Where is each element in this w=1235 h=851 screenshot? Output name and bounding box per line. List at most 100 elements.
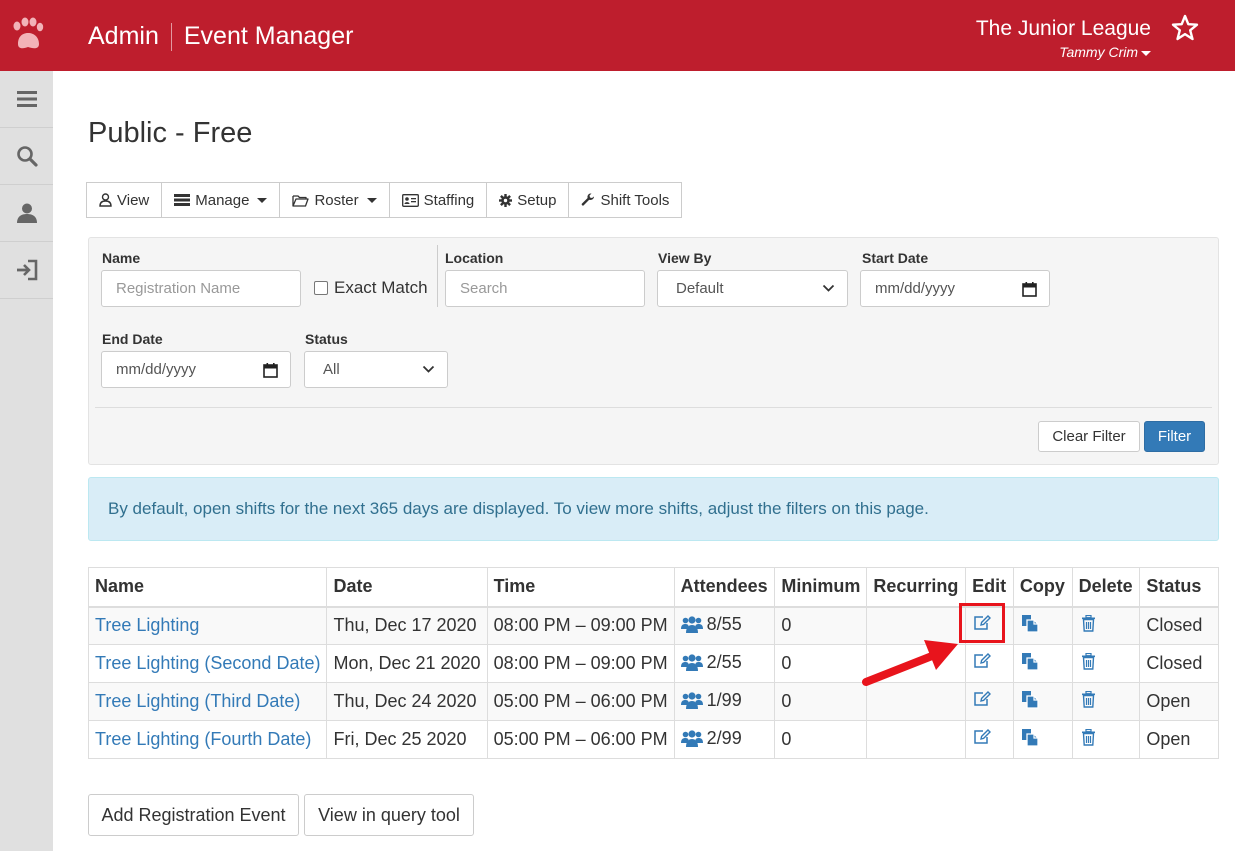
copy-icon [1021, 614, 1039, 633]
minimum-cell: 0 [774, 644, 868, 683]
event-name-link[interactable]: Tree Lighting [95, 615, 199, 635]
time-cell: 08:00 PM – 09:00 PM [486, 606, 675, 645]
status-cell: Open [1139, 682, 1219, 721]
event-name-link[interactable]: Tree Lighting (Fourth Date) [95, 729, 311, 749]
chevron-down-icon [822, 284, 835, 292]
user-name: Tammy Crim [1059, 44, 1138, 60]
location-placeholder: Search [460, 280, 508, 297]
filter-divider-horizontal [95, 407, 1212, 408]
setup-button[interactable]: Setup [486, 182, 570, 218]
column-header[interactable]: Time [486, 567, 675, 608]
status-value: All [323, 361, 340, 378]
table-row: Tree Lighting (Third Date) Thu, Dec 24 20… [87, 682, 1219, 721]
name-cell: Tree Lighting (Fourth Date) [87, 720, 328, 759]
view-button[interactable]: View [86, 182, 163, 218]
status-select[interactable]: All [304, 351, 448, 388]
staffing-button[interactable]: Staffing [388, 182, 488, 218]
shift-tools-button[interactable]: Shift Tools [568, 182, 683, 218]
attendees-cell[interactable]: 2/99 [673, 720, 776, 759]
add-registration-event-button[interactable]: Add Registration Event [88, 794, 299, 836]
filter-button[interactable]: Filter [1144, 421, 1205, 452]
event-name-link[interactable]: Tree Lighting (Third Date) [95, 691, 300, 711]
minimum-cell: 0 [774, 606, 868, 645]
name-cell: Tree Lighting (Second Date) [87, 644, 328, 683]
column-header[interactable]: Attendees [673, 567, 776, 608]
copy-icon [1021, 652, 1039, 671]
info-text: By default, open shifts for the next 365… [108, 499, 929, 518]
delete-button[interactable] [1079, 652, 1096, 670]
menu-icon [16, 91, 37, 107]
brand-divider [170, 22, 172, 51]
copy-button[interactable] [1020, 690, 1039, 709]
clear-filter-button[interactable]: Clear Filter [1038, 421, 1140, 452]
attendees-cell[interactable]: 8/55 [673, 606, 776, 645]
org-name: The Junior League [975, 17, 1151, 40]
star-icon[interactable] [1171, 14, 1199, 42]
copy-cell [1012, 644, 1073, 683]
delete-button[interactable] [1079, 614, 1096, 632]
sidebar-item-search[interactable] [0, 128, 53, 185]
table-row: Tree Lighting (Second Date) Mon, Dec 21 2… [87, 644, 1219, 683]
column-header[interactable]: Minimum [774, 567, 868, 608]
filter-divider [437, 245, 438, 307]
copy-button[interactable] [1020, 728, 1039, 747]
checkbox-icon[interactable] [314, 281, 328, 295]
brand[interactable]: Admin Event Manager [88, 22, 353, 51]
exact-match-checkbox[interactable]: Exact Match [314, 278, 428, 298]
wrench-icon [582, 193, 595, 206]
edit-button[interactable] [972, 615, 992, 631]
attendees-cell[interactable]: 2/55 [673, 644, 776, 683]
shift-tools-label: Shift Tools [600, 191, 670, 209]
view-in-query-tool-button[interactable]: View in query tool [304, 794, 474, 836]
view-by-label: View By [658, 250, 712, 266]
sidebar-item-menu[interactable] [0, 71, 53, 128]
start-date-input[interactable]: mm/dd/yyyy [860, 270, 1050, 307]
column-header[interactable]: Recurring [866, 567, 967, 608]
name-filter-input[interactable]: Registration Name [101, 270, 301, 307]
status-cell: Open [1139, 720, 1219, 759]
edit-button[interactable] [972, 729, 992, 745]
name-cell: Tree Lighting [87, 606, 328, 645]
edit-button[interactable] [972, 653, 992, 669]
view-by-select[interactable]: Default [657, 270, 848, 307]
calendar-icon[interactable] [263, 363, 278, 378]
column-header[interactable]: Name [87, 567, 328, 608]
user-menu[interactable]: Tammy Crim [976, 44, 1151, 60]
delete-button[interactable] [1079, 728, 1096, 746]
id-card-icon [401, 193, 419, 207]
manage-dropdown[interactable]: Manage [161, 182, 281, 218]
start-date-label: Start Date [862, 250, 929, 266]
attendees-count: 2/55 [706, 651, 742, 672]
roster-dropdown[interactable]: Roster [279, 182, 390, 218]
end-date-placeholder: mm/dd/yyyy [116, 361, 197, 378]
status-cell: Closed [1139, 606, 1219, 645]
users-icon [680, 616, 703, 633]
delete-button[interactable] [1079, 690, 1096, 708]
edit-button[interactable] [972, 691, 992, 707]
paw-logo-icon[interactable] [10, 16, 44, 54]
sidebar-item-user[interactable] [0, 185, 53, 242]
column-header[interactable]: Status [1139, 567, 1219, 608]
copy-button[interactable] [1020, 652, 1039, 671]
edit-icon [974, 691, 992, 706]
info-alert: By default, open shifts for the next 365… [88, 477, 1219, 541]
delete-cell [1071, 720, 1141, 759]
sidebar-item-sign-in[interactable] [0, 242, 53, 299]
roster-label: Roster [314, 191, 359, 209]
attendees-cell[interactable]: 1/99 [673, 682, 776, 721]
table-header-row: Name Date Time Attendees Minimum Recurri… [87, 567, 1219, 608]
caret-down-icon [257, 197, 268, 203]
attendees-count: 2/99 [706, 727, 742, 748]
delete-cell [1071, 644, 1141, 683]
copy-button[interactable] [1020, 614, 1039, 633]
location-search-input[interactable]: Search [445, 270, 645, 307]
recurring-cell [866, 606, 967, 645]
end-date-input[interactable]: mm/dd/yyyy [101, 351, 291, 388]
column-header[interactable]: Date [326, 567, 488, 608]
event-name-link[interactable]: Tree Lighting (Second Date) [95, 653, 320, 673]
toolbar: View Manage Roster Staffing Setup Shift … [86, 182, 683, 218]
edit-cell [965, 720, 1014, 759]
calendar-icon[interactable] [1022, 282, 1037, 297]
org-user-menu[interactable]: The Junior League Tammy Crim [976, 17, 1151, 60]
table-row: Tree Lighting Thu, Dec 17 2020 08:00 PM – … [87, 606, 1219, 645]
